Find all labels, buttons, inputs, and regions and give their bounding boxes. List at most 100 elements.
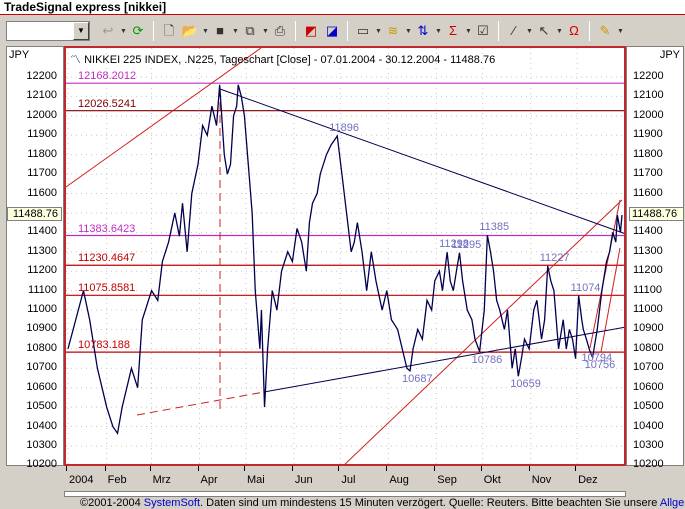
time-axis[interactable]: 2004 Feb Mrz Apr Mai Jun Jul Aug Sep Okt Nov Dez [64, 466, 626, 490]
current-price-label-left: 11488.76 [7, 207, 62, 222]
chevron-down-icon[interactable]: ▼ [526, 28, 533, 35]
chevron-down-icon[interactable]: ▼ [465, 28, 472, 35]
separator [589, 21, 590, 41]
link-icon[interactable]: ↩ [99, 21, 117, 41]
symbol-combobox[interactable]: ▼ [6, 21, 90, 41]
draw-line-icon[interactable]: ⁄ [505, 21, 523, 41]
chevron-down-icon[interactable]: ▼ [232, 28, 239, 35]
level-label: 10783.188 [78, 339, 130, 352]
separator [347, 21, 348, 41]
level-label: 11383.6423 [78, 222, 136, 235]
price-tick-label: 10800 [633, 341, 664, 354]
month-tick [291, 466, 293, 471]
month-label: Jul [341, 474, 356, 486]
window-title: TradeSignal express [nikkei] [0, 0, 685, 15]
price-tick-label: 11100 [633, 283, 662, 296]
price-tick-label: 11100 [28, 283, 57, 296]
separator [295, 21, 296, 41]
indicator-icon[interactable]: ≋ [384, 21, 402, 41]
price-tick-label: 10900 [26, 322, 57, 335]
month-label: Mrz [152, 474, 171, 486]
chevron-down-icon[interactable]: ▼ [202, 28, 209, 35]
separator [498, 21, 499, 41]
price-tick-label: 11300 [633, 244, 663, 257]
price-tick-label: 10500 [633, 400, 664, 413]
help-icon[interactable]: ✎ [596, 21, 614, 41]
left-price-axis[interactable]: JPY 12200 12100 12000 11900 11800 11700 11600 1… [6, 46, 64, 470]
level-label: 11230.4647 [78, 252, 136, 265]
chevron-down-icon[interactable]: ▼ [120, 28, 127, 35]
price-tick-label: 10800 [26, 341, 57, 354]
chart-forward-icon[interactable]: ◪ [323, 21, 341, 41]
price-tick-label: 12000 [633, 108, 664, 121]
data-label: 11385 [479, 221, 510, 234]
open-icon[interactable]: 📂 [181, 21, 199, 41]
month-tick [104, 466, 106, 471]
price-tick-label: 11400 [633, 225, 663, 238]
right-price-axis[interactable]: JPY 12200 12100 12000 11900 11800 11700 11600 1… [626, 46, 684, 470]
data-label: 10687 [401, 372, 433, 385]
price-tick-label: 10900 [633, 322, 664, 335]
month-tick [575, 466, 577, 471]
month-label: Jun [294, 474, 313, 486]
systemsoft-link[interactable]: SystemSoft [144, 497, 200, 509]
axis-unit-left: JPY [9, 49, 30, 61]
price-tick-label: 10400 [633, 419, 664, 432]
level-label: 12026.5241 [78, 97, 137, 110]
price-tick-label: 11900 [633, 128, 663, 141]
price-tick-label: 10200 [633, 458, 664, 471]
level-label: 11075.8581 [78, 282, 136, 295]
price-tick-label: 10300 [26, 438, 57, 451]
axis-unit-right: JPY [659, 49, 680, 61]
print-icon[interactable]: ⎙ [271, 21, 289, 41]
chart-title-text: NIKKEI 225 INDEX, .N225, Tageschart [Clo… [84, 54, 496, 66]
data-label: 11227 [539, 251, 570, 264]
chevron-down-icon[interactable]: ▼ [617, 28, 624, 35]
chevron-down-icon[interactable]: ▼ [435, 28, 442, 35]
month-label: Nov [531, 474, 552, 486]
month-tick [149, 466, 151, 471]
price-tick-label: 11700 [27, 167, 57, 180]
price-tick-label: 10600 [26, 380, 57, 393]
data-label: 10786 [471, 353, 503, 366]
price-tick-label: 10700 [26, 361, 57, 374]
magnet-icon[interactable]: Ω [565, 21, 583, 41]
month-label: Sep [437, 474, 457, 486]
month-label: Aug [389, 474, 409, 486]
dashed-line-red [136, 391, 265, 416]
copy-icon[interactable]: ⧉ [241, 21, 259, 41]
level-label: 12168.2012 [78, 70, 137, 83]
price-chart[interactable]: 〽 NIKKEI 225 INDEX, .N225, Tageschart [C… [64, 46, 626, 466]
price-tick-label: 12100 [26, 89, 57, 102]
chart-back-icon[interactable]: ◩ [302, 21, 320, 41]
save-icon[interactable]: ■ [211, 21, 229, 41]
new-icon[interactable]: 🗋 [160, 21, 178, 41]
strategy-icon[interactable]: ⇅ [414, 21, 432, 41]
chevron-down-icon[interactable]: ▼ [262, 28, 269, 35]
chevron-down-icon[interactable]: ▼ [73, 22, 89, 40]
chevron-down-icon[interactable]: ▼ [375, 28, 382, 35]
price-tick-label: 11800 [27, 147, 57, 160]
chevron-down-icon[interactable]: ▼ [405, 28, 412, 35]
month-tick [480, 466, 482, 471]
chevron-down-icon[interactable]: ▼ [556, 28, 563, 35]
price-tick-label: 10700 [633, 361, 664, 374]
refresh-icon[interactable]: ⟳ [129, 21, 147, 41]
month-tick [528, 466, 530, 471]
data-label: 10659 [510, 378, 541, 391]
pointer-icon[interactable]: ↖ [535, 21, 553, 41]
price-tick-label: 11200 [633, 264, 663, 277]
price-tick-label: 11900 [27, 128, 57, 141]
formula-icon[interactable]: Σ [444, 21, 462, 41]
toolbar: ▼ ↩ ▼ ⟳ 🗋 📂 ▼ ■ ▼ ⧉ ▼ ⎙ ◩ ◪ ▭ ▼ ≋ ▼ ⇅ ▼ Σ ▼ ☑ ⁄ ▼… [0, 17, 685, 45]
line-chart-icon: 〽 [70, 54, 81, 66]
month-tick [197, 466, 199, 471]
trend-line-red [600, 247, 621, 353]
month-tick [386, 466, 388, 471]
terms-link[interactable]: Allgemein [660, 497, 685, 509]
data-label: 11074 [570, 281, 601, 294]
properties-icon[interactable]: ☑ [474, 21, 492, 41]
month-label: 2004 [69, 474, 94, 486]
window-icon[interactable]: ▭ [354, 21, 372, 41]
price-tick-label: 11200 [27, 264, 57, 277]
